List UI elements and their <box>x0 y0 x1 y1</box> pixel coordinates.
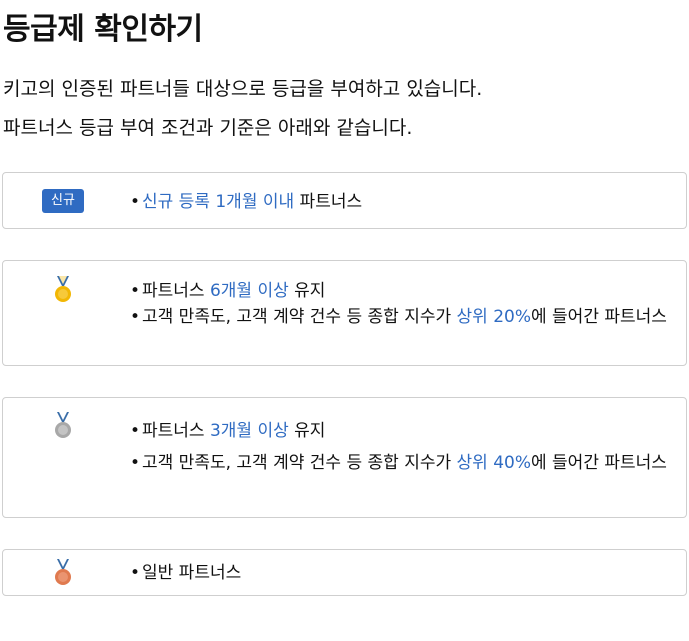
criteria-item: 파트너스 6개월 이상 유지 <box>130 278 674 304</box>
criteria-item: 파트너스 3개월 이상 유지 <box>130 415 674 447</box>
tier-badge-column <box>3 261 123 304</box>
description-line-1: 키고의 인증된 파트너들 대상으로 등급을 부여하고 있습니다. <box>3 78 483 100</box>
tier-card-silver: 파트너스 3개월 이상 유지 고객 만족도, 고객 계약 건수 등 종합 지수가… <box>2 397 687 518</box>
criteria-text: 고객 만족도, 고객 계약 건수 등 종합 지수가 <box>142 307 457 327</box>
tier-badge-column <box>3 398 123 440</box>
tier-criteria-list: 신규 등록 1개월 이내 파트너스 <box>130 189 674 215</box>
criteria-highlight: 상위 40% <box>456 453 531 473</box>
silver-medal-icon <box>55 412 71 438</box>
tier-criteria-list: 일반 파트너스 <box>130 560 674 586</box>
new-badge: 신규 <box>42 189 84 213</box>
tier-badge-column: 신규 <box>3 173 123 213</box>
criteria-text: 고객 만족도, 고객 계약 건수 등 종합 지수가 <box>142 453 457 473</box>
criteria-item: 일반 파트너스 <box>130 560 674 586</box>
tier-criteria-list: 파트너스 6개월 이상 유지 고객 만족도, 고객 계약 건수 등 종합 지수가… <box>130 278 674 330</box>
tier-criteria-list: 파트너스 3개월 이상 유지 고객 만족도, 고객 계약 건수 등 종합 지수가… <box>130 415 674 479</box>
description-line-2: 파트너스 등급 부여 조건과 기준은 아래와 같습니다. <box>3 117 413 139</box>
criteria-item: 고객 만족도, 고객 계약 건수 등 종합 지수가 상위 40%에 들어간 파트… <box>130 447 674 479</box>
criteria-text: 파트너스 <box>294 192 363 212</box>
grade-info-page: 등급제 확인하기 키고의 인증된 파트너들 대상으로 등급을 부여하고 있습니다… <box>0 0 689 641</box>
criteria-highlight: 상위 20% <box>456 307 531 327</box>
criteria-text: 유지 <box>288 421 326 441</box>
criteria-text: 에 들어간 파트너스 <box>531 307 667 327</box>
tier-badge-column <box>3 550 123 587</box>
tier-card-new: 신규 신규 등록 1개월 이내 파트너스 <box>2 172 687 229</box>
criteria-text: 에 들어간 파트너스 <box>531 453 667 473</box>
gold-medal-icon <box>55 276 71 302</box>
criteria-highlight: 신규 등록 1개월 이내 <box>142 192 295 212</box>
criteria-text: 파트너스 <box>142 281 210 301</box>
tier-card-bronze: 일반 파트너스 <box>2 549 687 596</box>
criteria-highlight: 6개월 이상 <box>209 281 289 301</box>
bronze-medal-icon <box>55 559 71 585</box>
criteria-item: 고객 만족도, 고객 계약 건수 등 종합 지수가 상위 20%에 들어간 파트… <box>130 304 674 330</box>
page-title: 등급제 확인하기 <box>3 12 203 47</box>
criteria-highlight: 3개월 이상 <box>209 421 289 441</box>
criteria-item: 신규 등록 1개월 이내 파트너스 <box>130 189 674 215</box>
criteria-text: 파트너스 <box>142 421 210 441</box>
criteria-text: 유지 <box>288 281 326 301</box>
tier-card-gold: 파트너스 6개월 이상 유지 고객 만족도, 고객 계약 건수 등 종합 지수가… <box>2 260 687 366</box>
